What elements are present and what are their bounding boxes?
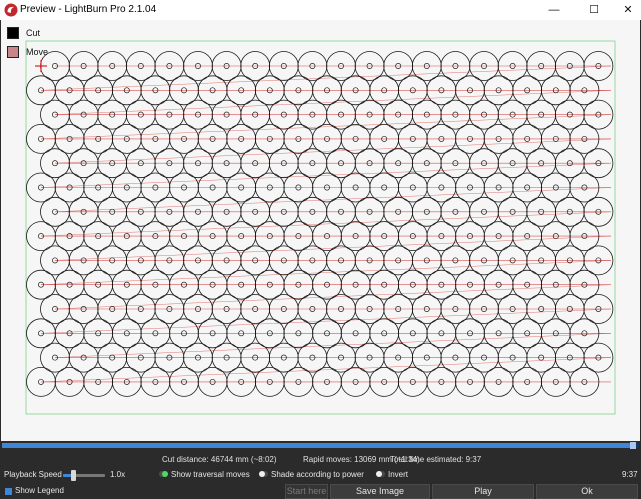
playback-controls: Playback Speed 1.0x Show traversal moves… xyxy=(0,468,641,482)
legend-label-move: Move xyxy=(26,47,49,57)
lightburn-logo-icon xyxy=(4,3,18,17)
legend-swatch-move xyxy=(7,46,19,58)
shade-power-label: Shade according to power xyxy=(271,470,364,479)
elapsed-time: 9:37 xyxy=(622,470,638,479)
toggle-knob xyxy=(259,471,265,477)
title-bar: Preview - LightBurn Pro 2.1.04 — ☐ ✕ xyxy=(0,0,641,20)
invert-toggle[interactable] xyxy=(376,471,385,477)
preview-drawing xyxy=(25,40,616,415)
invert-label: Invert xyxy=(388,470,409,479)
show-legend-label: Show Legend xyxy=(15,486,64,495)
preview-canvas[interactable]: Cut Move xyxy=(1,20,640,441)
show-legend-checkbox[interactable] xyxy=(5,488,12,495)
window-title: Preview - LightBurn Pro 2.1.04 xyxy=(20,4,157,15)
show-traversal-label: Show traversal moves xyxy=(171,470,250,479)
playback-speed-handle[interactable] xyxy=(71,470,76,481)
playback-progress-bar[interactable] xyxy=(2,442,639,449)
bottom-bar: Show Legend Start here Save Image Play O… xyxy=(0,483,641,499)
cut-distance-text: Cut distance: 46744 mm (~8:02) xyxy=(162,455,277,464)
toggle-knob xyxy=(162,471,168,477)
show-traversal-toggle[interactable] xyxy=(159,471,168,477)
job-statistics: Cut distance: 46744 mm (~8:02) Rapid mov… xyxy=(0,455,641,467)
playback-speed-value: 1.0x xyxy=(110,470,126,479)
shade-power-toggle[interactable] xyxy=(259,471,268,477)
start-here-button[interactable]: Start here xyxy=(285,484,328,499)
close-button[interactable]: ✕ xyxy=(615,0,641,20)
playback-speed-label: Playback Speed xyxy=(4,470,62,479)
legend-swatch-cut xyxy=(7,27,19,39)
play-button[interactable]: Play xyxy=(432,484,534,499)
playback-progress-handle[interactable] xyxy=(629,442,636,449)
playback-speed-slider[interactable] xyxy=(63,474,105,477)
toggle-knob xyxy=(376,471,382,477)
minimize-button[interactable]: — xyxy=(541,0,567,20)
playback-progress-fill xyxy=(2,443,636,448)
save-image-button[interactable]: Save Image xyxy=(330,484,430,499)
ok-button[interactable]: Ok xyxy=(536,484,638,499)
maximize-button[interactable]: ☐ xyxy=(581,0,607,20)
total-time-text: Total time estimated: 9:37 xyxy=(390,455,482,464)
legend-label-cut: Cut xyxy=(26,28,41,38)
